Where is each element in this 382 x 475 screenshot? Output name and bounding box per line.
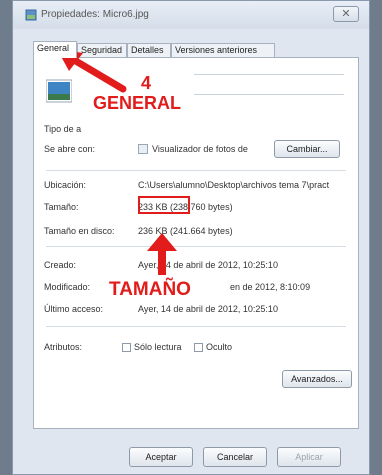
desktop-edge-right — [370, 0, 382, 475]
attributes-label: Atributos: — [44, 342, 83, 352]
apply-button[interactable]: Aplicar — [277, 447, 341, 467]
tab-general[interactable]: General — [33, 41, 77, 58]
window-title: Propiedades: Micro6.jpg — [41, 9, 149, 20]
accessed-value: Ayer, 14 de abril de 2012, 10:25:10 — [138, 304, 278, 314]
accessed-label: Último acceso: — [44, 304, 104, 314]
location-label: Ubicación: — [44, 180, 87, 190]
size-on-disk-label: Tamaño en disco: — [44, 226, 115, 236]
general-panel: Tipo de a Se abre con: Visualizador de f… — [33, 57, 359, 429]
location-value: C:\Users\alumno\Desktop\archivos tema 7\… — [138, 180, 330, 190]
filename-field-line — [194, 94, 344, 95]
separator — [46, 246, 346, 247]
properties-dialog: Propiedades: Micro6.jpg ✕ General Seguri… — [12, 0, 370, 475]
cancel-button[interactable]: Cancelar — [203, 447, 267, 467]
tab-previous-versions[interactable]: Versiones anteriores — [171, 43, 275, 57]
photo-viewer-icon — [138, 144, 148, 154]
general-annotation: GENERAL — [93, 93, 182, 113]
opens-with-value: Visualizador de fotos de — [152, 144, 248, 154]
opens-with-label: Se abre con: — [44, 144, 96, 154]
accept-button[interactable]: Aceptar — [129, 447, 193, 467]
readonly-label[interactable]: Sólo lectura — [134, 342, 182, 352]
arrow-annotation-size — [147, 233, 177, 275]
filename-field-line — [194, 74, 344, 75]
size-highlight-box — [138, 196, 190, 214]
desktop-edge-left — [0, 0, 12, 475]
modified-value: en de 2012, 8:10:09 — [230, 282, 311, 292]
hidden-label[interactable]: Oculto — [206, 342, 232, 352]
size-label: Tamaño: — [44, 202, 79, 212]
advanced-button[interactable]: Avanzados... — [282, 370, 352, 388]
separator — [46, 170, 346, 171]
title-bar[interactable]: Propiedades: Micro6.jpg ✕ — [13, 1, 369, 29]
created-label: Creado: — [44, 260, 77, 270]
step-number-annotation: 4 — [141, 73, 152, 93]
separator — [46, 326, 346, 327]
change-button[interactable]: Cambiar... — [274, 140, 340, 158]
size-annotation: TAMAÑO — [109, 279, 191, 300]
type-label: Tipo de a — [44, 124, 82, 134]
readonly-checkbox[interactable] — [122, 343, 131, 352]
hidden-checkbox[interactable] — [194, 343, 203, 352]
file-icon — [25, 9, 37, 21]
modified-label: Modificado: — [44, 282, 91, 292]
close-button[interactable]: ✕ — [333, 6, 359, 22]
tab-details[interactable]: Detalles — [127, 43, 171, 57]
